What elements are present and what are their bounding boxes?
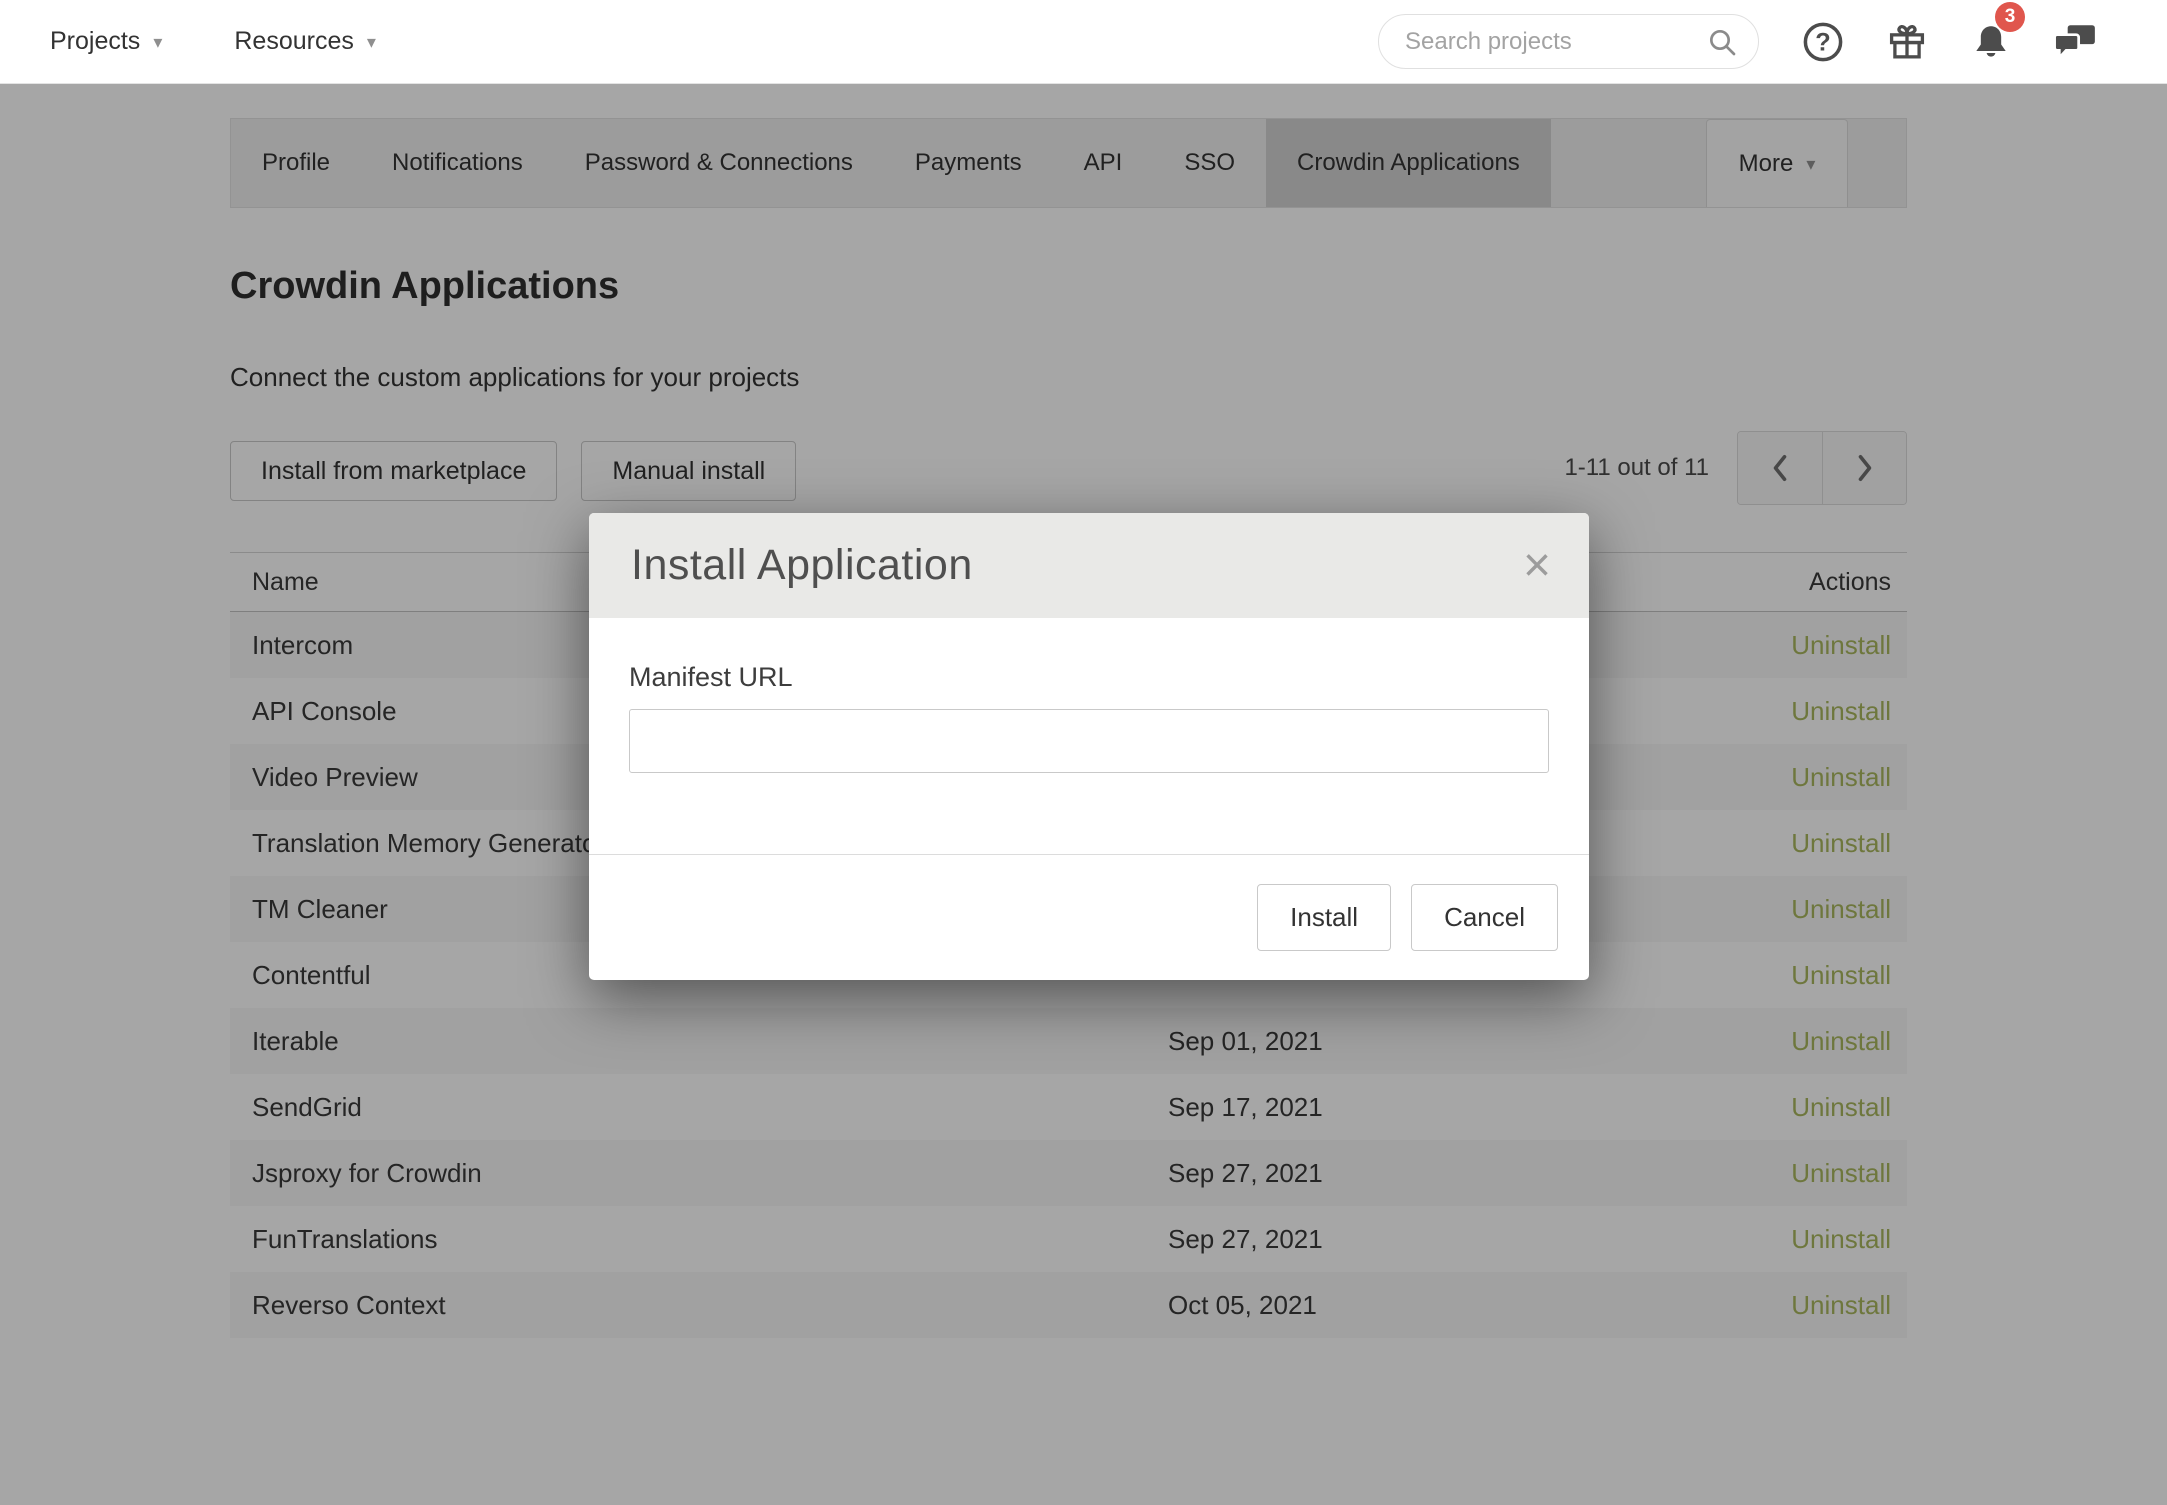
cancel-button[interactable]: Cancel	[1411, 884, 1558, 951]
manifest-url-input[interactable]	[629, 709, 1549, 773]
crowdin-settings-screen: Projects ▾ Resources ▾ ?	[0, 0, 2167, 1505]
gift-icon	[1885, 20, 1929, 64]
nav-projects-menu[interactable]: Projects ▾	[50, 27, 162, 56]
search-input[interactable]	[1403, 27, 1706, 57]
chat-icon	[2052, 21, 2098, 63]
nav-resources-label: Resources	[234, 27, 354, 56]
top-navigation: Projects ▾ Resources ▾ ?	[0, 0, 2167, 84]
close-icon[interactable]: ×	[1523, 542, 1551, 590]
search-icon	[1706, 26, 1738, 58]
nav-right-group: ?	[1378, 0, 2167, 84]
modal-header: Install Application ×	[589, 513, 1589, 618]
gift-button[interactable]	[1865, 0, 1949, 84]
modal-body: Manifest URL	[589, 618, 1589, 854]
chevron-down-icon: ▾	[367, 33, 376, 51]
install-button[interactable]: Install	[1257, 884, 1391, 951]
help-button[interactable]: ?	[1781, 0, 1865, 84]
notification-badge: 3	[1995, 2, 2025, 32]
modal-title: Install Application	[631, 541, 973, 590]
svg-text:?: ?	[1815, 28, 1830, 56]
notifications-button[interactable]: 3	[1949, 0, 2033, 84]
install-application-modal: Install Application × Manifest URL Insta…	[589, 513, 1589, 980]
nav-projects-label: Projects	[50, 27, 140, 56]
modal-footer: Install Cancel	[589, 854, 1589, 980]
help-icon: ?	[1801, 20, 1845, 64]
search-box	[1378, 14, 1759, 69]
manifest-url-label: Manifest URL	[629, 660, 1549, 694]
nav-resources-menu[interactable]: Resources ▾	[234, 27, 376, 56]
messages-button[interactable]	[2033, 0, 2117, 84]
chevron-down-icon: ▾	[153, 33, 162, 51]
